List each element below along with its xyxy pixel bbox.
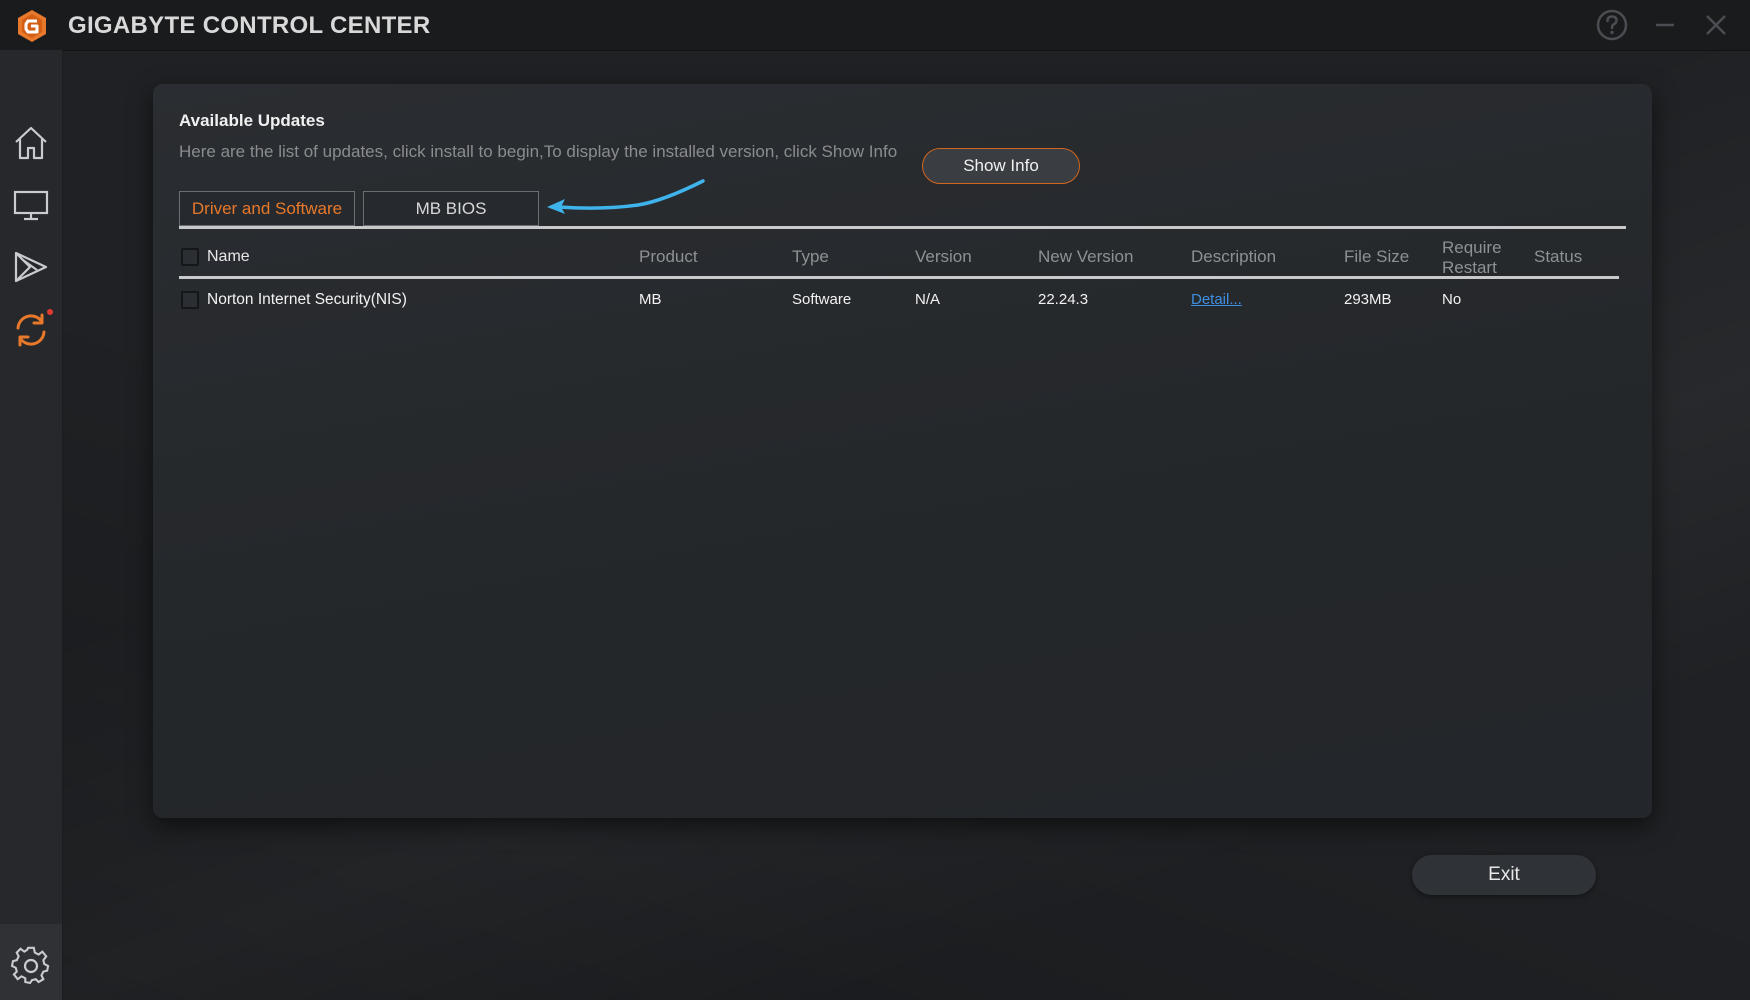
update-icon[interactable] [11,310,51,350]
header-description[interactable]: Description [1191,247,1276,267]
header-product[interactable]: Product [639,247,698,267]
updates-panel: Available Updates Here are the list of u… [153,84,1652,818]
apps-icon[interactable] [11,247,51,287]
settings-area [0,924,62,1000]
header-require-restart-line1: Require [1442,238,1502,257]
gigabyte-logo-icon [18,10,46,42]
cell-require-restart: No [1442,291,1462,308]
row-checkbox[interactable] [181,291,199,309]
exit-button[interactable]: Exit [1412,855,1596,895]
tab-divider [179,226,1626,229]
show-info-button[interactable]: Show Info [922,148,1080,184]
close-icon[interactable] [1698,8,1734,42]
header-version[interactable]: Version [915,247,972,267]
panel-subtitle: Here are the list of updates, click inst… [179,142,897,161]
cell-product: MB [639,291,662,308]
cell-type: Software [792,291,852,308]
cell-name: Norton Internet Security(NIS) [207,291,407,308]
gear-icon[interactable] [11,946,51,986]
minimize-icon[interactable] [1647,8,1683,42]
tab-mb-bios[interactable]: MB BIOS [363,191,539,226]
sidebar [0,50,63,1000]
help-icon[interactable] [1594,8,1630,42]
header-divider [179,276,1619,279]
detail-link[interactable]: Detail... [1191,291,1242,308]
cell-version: N/A [915,291,941,308]
header-require-restart[interactable]: Require Restart [1442,238,1502,278]
panel-title: Available Updates [179,111,325,130]
monitor-icon[interactable] [11,185,51,225]
header-status[interactable]: Status [1534,247,1582,267]
notification-dot [47,309,53,315]
home-icon[interactable] [11,123,51,163]
tab-driver-and-software[interactable]: Driver and Software [179,191,355,226]
header-require-restart-line2: Restart [1442,258,1497,277]
title-bar: GIGABYTE CONTROL CENTER [0,0,1750,51]
select-all-checkbox[interactable] [181,248,199,266]
cell-new-version: 22.24.3 [1038,291,1089,308]
cell-file-size: 293MB [1344,291,1392,308]
app-title: GIGABYTE CONTROL CENTER [68,12,431,39]
header-file-size[interactable]: File Size [1344,247,1409,267]
annotation-arrow-icon [547,179,705,214]
header-name[interactable]: Name [207,248,250,266]
header-new-version[interactable]: New Version [1038,247,1133,267]
header-type[interactable]: Type [792,247,829,267]
